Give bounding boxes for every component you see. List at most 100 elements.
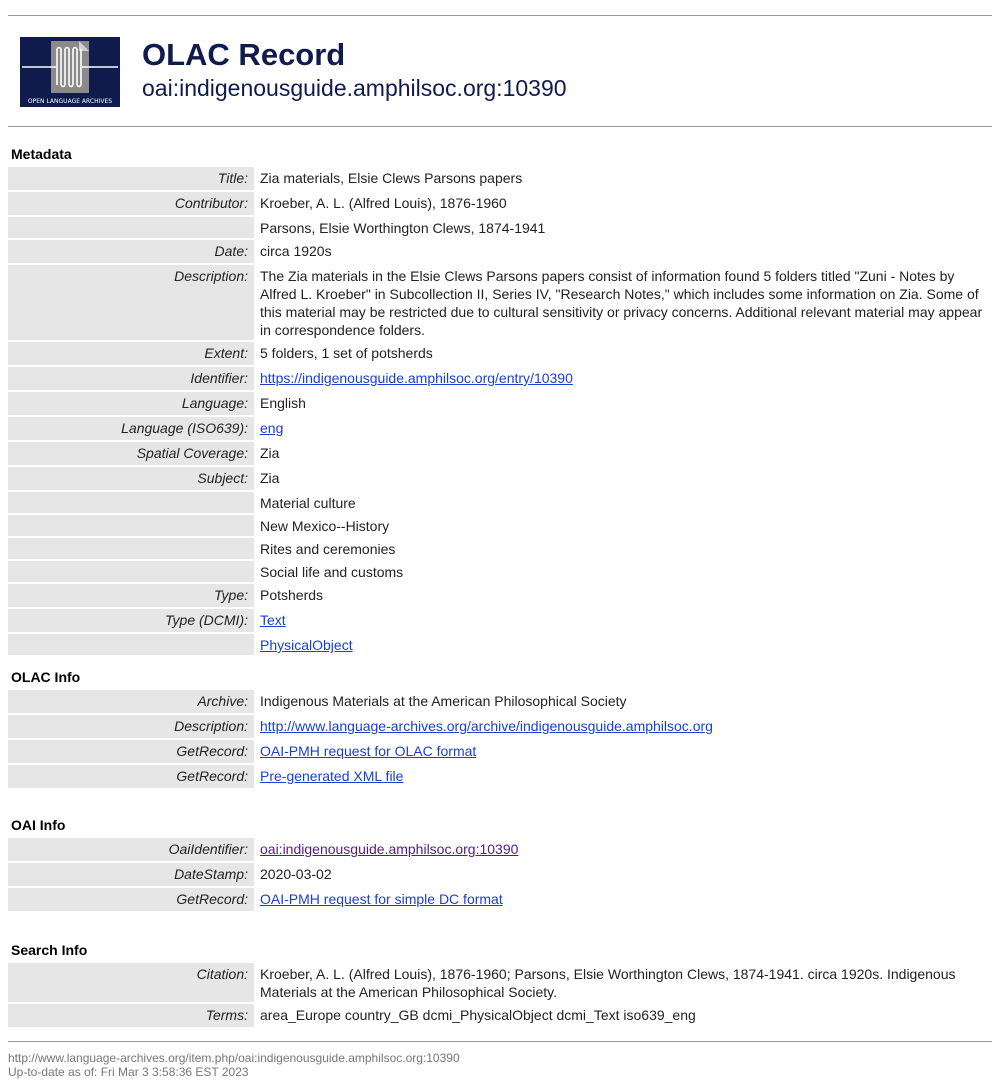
field-label [8,217,254,240]
field-text: The Zia materials in the Elsie Clews Par… [260,268,983,338]
field-text: Zia materials, Elsie Clews Parsons paper… [260,170,523,186]
field-label: Language (ISO639): [8,417,254,442]
footer-updated: Up-to-date as of: Fri Mar 3 3:58:36 EST … [8,1065,249,1079]
oai-info-heading: OAI Info [11,817,66,833]
field-label: Extent: [8,342,254,367]
field-text: 5 folders, 1 set of potsherds [260,345,433,361]
metadata-section: Metadata Title: Zia materials, Elsie Clew… [8,145,992,657]
field-value: Material culture [254,492,992,515]
field-text: Indigenous Materials at the American Phi… [260,693,627,709]
field-label: OaiIdentifier: [8,838,254,863]
field-label: Date: [8,240,254,265]
search-info-heading: Search Info [11,942,88,958]
field-value: Indigenous Materials at the American Phi… [254,690,992,715]
search-info-table: Citation: Kroeber, A. L. (Alfred Louis), … [8,963,992,1029]
field-value: oai:indigenousguide.amphilsoc.org:10390 [254,838,992,863]
field-value: English [254,392,992,417]
field-link[interactable]: eng [260,420,283,436]
field-text: Kroeber, A. L. (Alfred Louis), 1876-1960 [260,195,507,211]
table-row: Rites and ceremonies [8,538,992,561]
field-link[interactable]: PhysicalObject [260,637,353,653]
field-value: OAI-PMH request for OLAC format [254,740,992,765]
table-row: Citation: Kroeber, A. L. (Alfred Louis), … [8,963,992,1004]
field-value: http://www.language-archives.org/archive… [254,715,992,740]
table-row: Identifier: https://indigenousguide.amphi… [8,367,992,392]
metadata-table: Title: Zia materials, Elsie Clews Parsons… [8,167,992,657]
table-row: Description: The Zia materials in the Els… [8,265,992,342]
table-row: Contributor: Kroeber, A. L. (Alfred Louis… [8,192,992,217]
field-value: Kroeber, A. L. (Alfred Louis), 1876-1960 [254,192,992,217]
field-link[interactable]: OAI-PMH request for OLAC format [260,743,476,759]
field-text: Material culture [260,495,356,511]
field-value: Zia materials, Elsie Clews Parsons paper… [254,167,992,192]
field-value: circa 1920s [254,240,992,265]
field-label: GetRecord: [8,740,254,765]
table-row: Archive: Indigenous Materials at the Amer… [8,690,992,715]
field-value: Zia [254,442,992,467]
field-label: Description: [8,265,254,342]
field-label: Type: [8,584,254,609]
field-text: circa 1920s [260,243,332,259]
field-text: Potsherds [260,587,324,603]
table-row: Title: Zia materials, Elsie Clews Parsons… [8,167,992,192]
field-label: Citation: [8,963,254,1004]
field-label: Type (DCMI): [8,609,254,634]
table-row: Description: http://www.language-archives… [8,715,992,740]
table-row: Date: circa 1920s [8,240,992,265]
footer-rule [8,1041,992,1042]
field-value: Parsons, Elsie Worthington Clews, 1874-1… [254,217,992,240]
olac-info-table: Archive: Indigenous Materials at the Amer… [8,690,992,790]
field-text: Social life and customs [260,564,404,580]
field-label [8,492,254,515]
oai-info-table: OaiIdentifier: oai:indigenousguide.amphil… [8,838,992,913]
field-text: area_Europe country_GB dcmi_PhysicalObje… [260,1007,696,1023]
field-label: Contributor: [8,192,254,217]
field-label: Title: [8,167,254,192]
field-link[interactable]: https://indigenousguide.amphilsoc.org/en… [260,370,573,386]
top-rule [8,15,992,16]
logo-text: OPEN LANGUAGE ARCHIVES [28,98,112,105]
field-value: Social life and customs [254,561,992,584]
field-value: New Mexico--History [254,515,992,538]
field-link[interactable]: OAI-PMH request for simple DC format [260,891,503,907]
table-row: Language (ISO639): eng [8,417,992,442]
field-label: Identifier: [8,367,254,392]
table-row: Parsons, Elsie Worthington Clews, 1874-1… [8,217,992,240]
footer: http://www.language-archives.org/item.ph… [8,1051,460,1079]
field-value: Zia [254,467,992,492]
field-text: Parsons, Elsie Worthington Clews, 1874-1… [260,220,546,236]
field-link[interactable]: oai:indigenousguide.amphilsoc.org:10390 [260,841,518,857]
table-row: OaiIdentifier: oai:indigenousguide.amphil… [8,838,992,863]
field-value: 2020-03-02 [254,863,992,888]
field-value: 5 folders, 1 set of potsherds [254,342,992,367]
field-label: DateStamp: [8,863,254,888]
field-link[interactable]: http://www.language-archives.org/archive… [260,718,713,734]
table-row: GetRecord: OAI-PMH request for OLAC forma… [8,740,992,765]
field-label [8,538,254,561]
table-row: Subject: Zia [8,467,992,492]
field-value: Kroeber, A. L. (Alfred Louis), 1876-1960… [254,963,992,1004]
field-link[interactable]: Pre-generated XML file [260,768,403,784]
field-label: Language: [8,392,254,417]
field-text: Zia [260,445,280,461]
table-row: Type (DCMI): Text [8,609,992,634]
field-label: GetRecord: [8,765,254,790]
table-row: Material culture [8,492,992,515]
oai-info-section: OAI Info OaiIdentifier: oai:indigenousgui… [8,816,992,913]
field-label [8,515,254,538]
table-row: Spatial Coverage: Zia [8,442,992,467]
table-row: Type: Potsherds [8,584,992,609]
metadata-heading: Metadata [11,146,72,162]
field-text: English [260,395,306,411]
table-row: Extent: 5 folders, 1 set of potsherds [8,342,992,367]
field-text: Kroeber, A. L. (Alfred Louis), 1876-1960… [260,966,956,1000]
table-row: GetRecord: OAI-PMH request for simple DC … [8,888,992,913]
table-row: Social life and customs [8,561,992,584]
field-text: Zia [260,470,280,486]
table-row: GetRecord: Pre-generated XML file [8,765,992,790]
field-label [8,634,254,657]
field-link[interactable]: Text [260,612,286,628]
table-row: Language: English [8,392,992,417]
page-title: OLAC Record [142,37,346,72]
field-value: Text [254,609,992,634]
